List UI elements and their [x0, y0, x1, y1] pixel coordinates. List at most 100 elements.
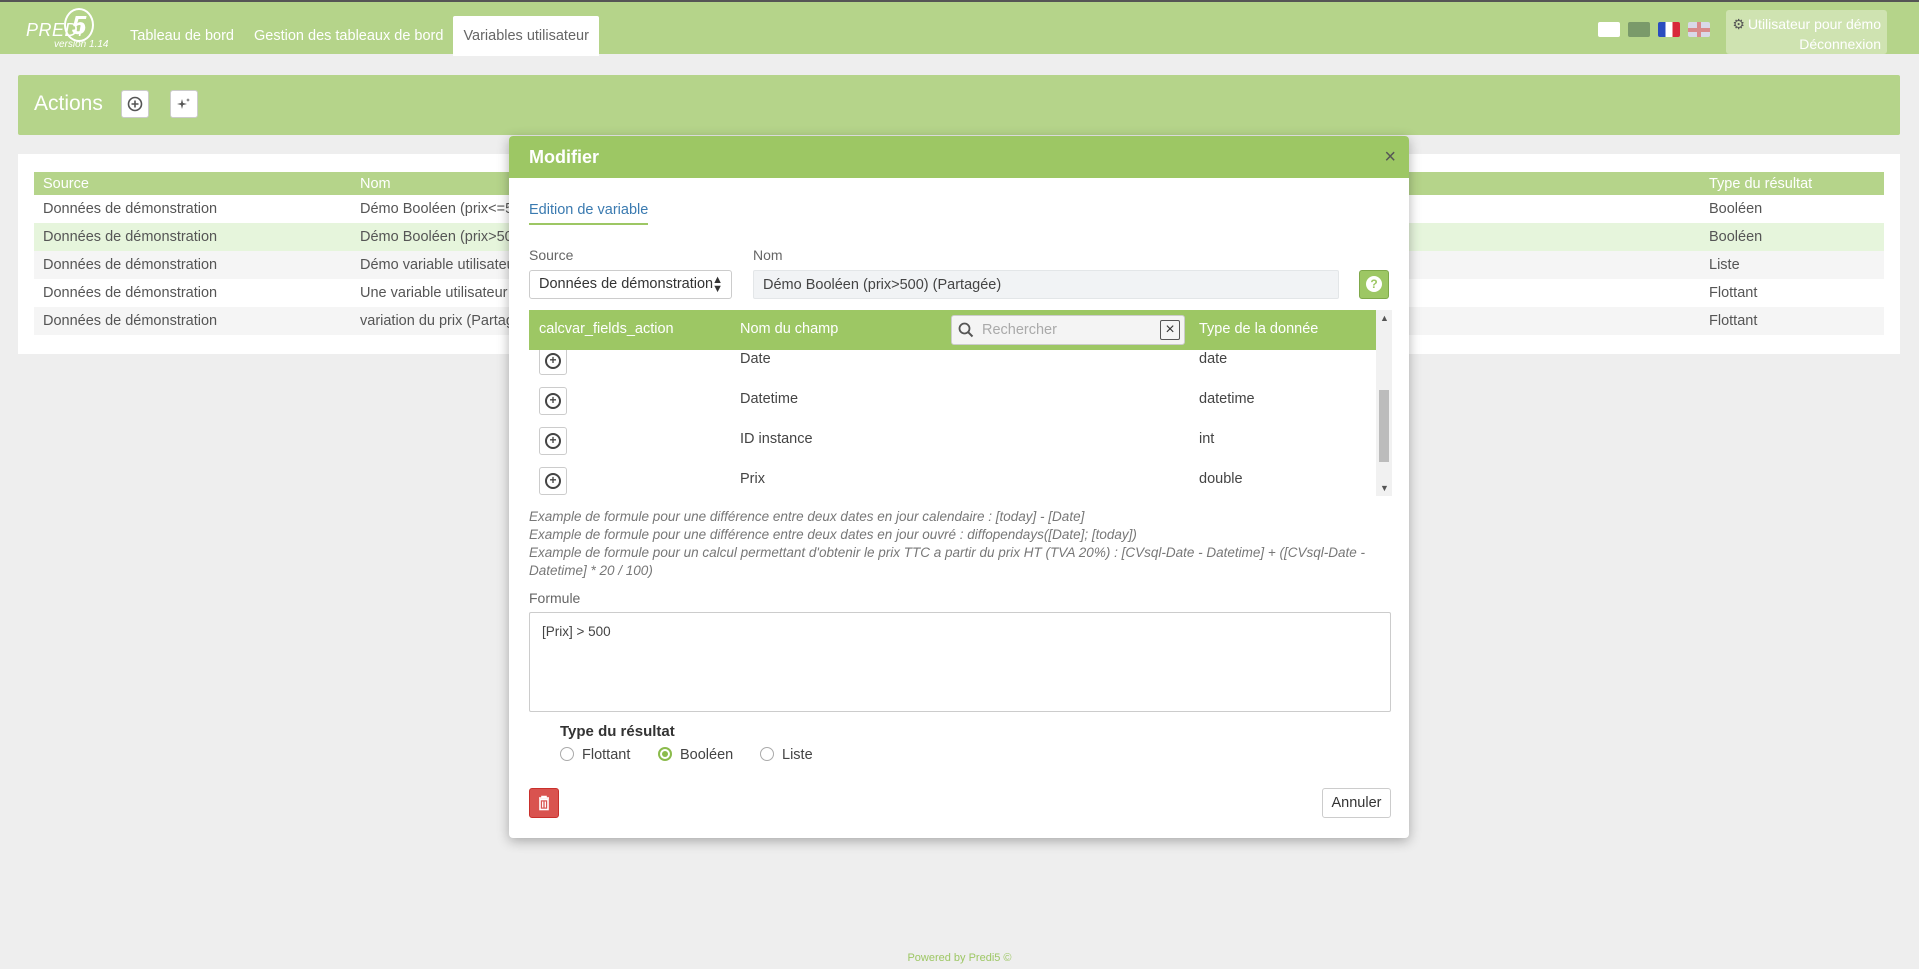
edit-variable-modal: Modifier × Edition de variable Source Do…	[509, 136, 1409, 838]
add-field-button[interactable]: +	[539, 350, 567, 375]
fields-search-input[interactable]: Rechercher ×	[951, 315, 1185, 345]
add-field-button[interactable]: +	[539, 427, 567, 455]
search-placeholder: Rechercher	[982, 322, 1057, 338]
cell-name: Démo Booléen (prix>500	[360, 229, 521, 245]
english-flag-icon[interactable]	[1688, 22, 1710, 37]
cell-name: Une variable utilisateur (	[360, 285, 517, 301]
name-label: Nom	[753, 247, 783, 263]
plus-circle-icon: +	[545, 393, 561, 409]
formula-textarea[interactable]: [Prix] > 500	[529, 612, 1391, 712]
radio-circle	[560, 747, 574, 761]
field-row: + Prix double	[529, 462, 1376, 496]
field-name: Date	[740, 351, 771, 367]
field-type: datetime	[1199, 391, 1255, 407]
field-name: Datetime	[740, 391, 799, 407]
field-type: int	[1199, 431, 1215, 447]
app-version: version 1.14	[54, 39, 109, 50]
source-select[interactable]: Données de démonstration ▲ ▼	[529, 270, 732, 299]
nav-variables-utilisateur[interactable]: Variables utilisateur	[453, 16, 599, 56]
cell-source: Données de démonstration	[43, 257, 218, 273]
cell-source: Données de démonstration	[43, 313, 218, 329]
cell-type: Flottant	[1709, 285, 1758, 301]
fields-header-type: Type de la donnée	[1199, 321, 1319, 337]
app-logo[interactable]: PREDI 5 version 1.14	[24, 8, 114, 52]
field-row: + ID instance int	[529, 422, 1376, 462]
delete-button[interactable]	[529, 788, 559, 818]
question-icon: ?	[1366, 276, 1382, 292]
fields-header-name: Nom du champ	[740, 321, 839, 337]
field-row: + Date date	[529, 350, 1376, 382]
theme-green-icon[interactable]	[1628, 22, 1650, 37]
add-field-button[interactable]: +	[539, 467, 567, 495]
logout-link[interactable]: Déconnexion	[1726, 34, 1881, 54]
source-select-value: Données de démonstration	[539, 276, 714, 292]
cell-name: variation du prix (Partag	[360, 313, 514, 329]
clear-search-button[interactable]: ×	[1160, 320, 1180, 340]
help-button[interactable]: ?	[1359, 270, 1389, 299]
theme-light-icon[interactable]	[1598, 22, 1620, 37]
field-name: Prix	[740, 471, 765, 487]
radio-booleen[interactable]: Booléen	[658, 747, 733, 763]
cell-name: Démo Booléen (prix<=50	[360, 201, 522, 217]
radio-circle	[658, 747, 672, 761]
gear-icon: ⚙	[1732, 16, 1745, 32]
header-name[interactable]: Nom	[360, 176, 391, 192]
plus-circle-icon: +	[545, 353, 561, 369]
logo-digit: 5	[64, 8, 94, 42]
plus-circle-icon: +	[545, 473, 561, 489]
add-button[interactable]	[121, 90, 149, 118]
fields-list: + Date date + Datetime datetime + ID ins…	[529, 350, 1376, 496]
scrollbar-thumb[interactable]	[1379, 390, 1389, 462]
field-type: date	[1199, 351, 1228, 367]
nav-gestion-tableaux[interactable]: Gestion des tableaux de bord	[244, 16, 453, 56]
scroll-down-icon[interactable]: ▼	[1380, 483, 1389, 493]
nav-tableau-de-bord[interactable]: Tableau de bord	[120, 16, 244, 56]
result-type-label: Type du résultat	[560, 723, 675, 740]
search-icon	[958, 322, 974, 338]
cell-name: Démo variable utilisateu	[360, 257, 515, 273]
cell-type: Booléen	[1709, 229, 1763, 245]
sparkle-icon	[177, 98, 190, 109]
trash-icon	[539, 795, 549, 811]
cell-source: Données de démonstration	[43, 229, 218, 245]
formula-label: Formule	[529, 590, 581, 606]
sort-arrows-icon: ▲ ▼	[712, 274, 723, 295]
plus-circle-icon	[127, 96, 143, 112]
add-field-button[interactable]: +	[539, 387, 567, 415]
header-source[interactable]: Source	[43, 176, 89, 192]
field-type: double	[1199, 471, 1243, 487]
fields-header-action: calcvar_fields_action	[539, 321, 674, 337]
user-name: Utilisateur pour démo	[1747, 16, 1881, 32]
main-nav: Tableau de bord Gestion des tableaux de …	[120, 16, 599, 56]
footer-powered-by: Powered by Predi5 ©	[907, 952, 1012, 964]
field-row: + Datetime datetime	[529, 382, 1376, 422]
cell-type: Liste	[1709, 257, 1740, 273]
fields-table-header: calcvar_fields_action Nom du champ Reche…	[529, 310, 1376, 350]
scroll-up-icon[interactable]: ▲	[1380, 313, 1389, 323]
radio-label: Flottant	[582, 747, 631, 763]
name-input[interactable]: Démo Booléen (prix>500) (Partagée)	[753, 270, 1339, 299]
cell-source: Données de démonstration	[43, 285, 218, 301]
cancel-button[interactable]: Annuler	[1322, 788, 1391, 818]
modal-header: Modifier ×	[509, 136, 1409, 178]
close-icon[interactable]: ×	[1384, 146, 1396, 169]
radio-liste[interactable]: Liste	[760, 747, 813, 763]
magic-button[interactable]	[170, 90, 198, 118]
radio-label: Booléen	[680, 747, 734, 763]
formula-examples: Example de formule pour une différence e…	[529, 508, 1391, 580]
fields-scrollbar[interactable]: ▲ ▼	[1376, 310, 1392, 496]
user-menu[interactable]: ⚙ Utilisateur pour démo Déconnexion	[1726, 10, 1887, 54]
theme-language-switcher	[1598, 22, 1710, 37]
modal-title: Modifier	[529, 147, 599, 167]
radio-flottant[interactable]: Flottant	[560, 747, 630, 763]
field-name: ID instance	[740, 431, 813, 447]
example-line: Example de formule pour un calcul permet…	[529, 545, 1366, 578]
example-line: Example de formule pour une différence e…	[529, 527, 1137, 542]
french-flag-icon[interactable]	[1658, 22, 1680, 37]
radio-label: Liste	[782, 747, 813, 763]
cell-type: Flottant	[1709, 313, 1758, 329]
tab-edition-variable[interactable]: Edition de variable	[529, 202, 649, 225]
header-result-type[interactable]: Type du résultat	[1709, 176, 1812, 192]
actions-title: Actions	[34, 92, 103, 115]
cell-type: Booléen	[1709, 201, 1763, 217]
